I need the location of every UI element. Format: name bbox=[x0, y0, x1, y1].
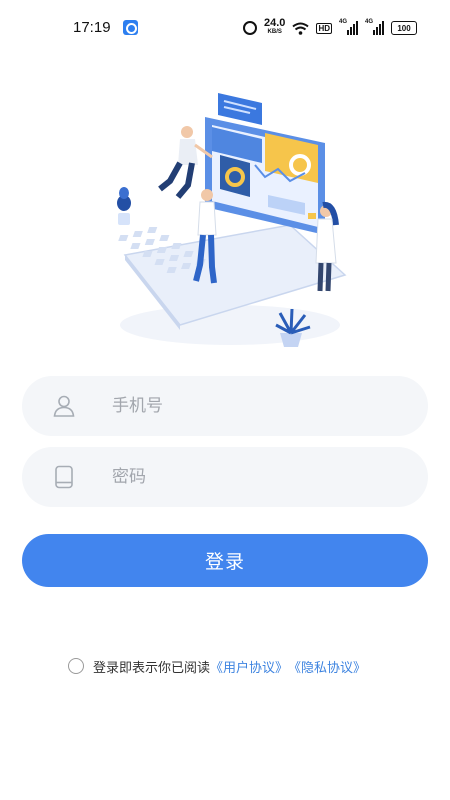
battery-icon: 100 bbox=[391, 21, 417, 35]
alarm-icon bbox=[243, 21, 258, 35]
status-time: 17:19 bbox=[73, 19, 111, 36]
signal-icon: 4G bbox=[365, 19, 384, 35]
login-illustration bbox=[117, 93, 347, 347]
wifi-icon bbox=[292, 22, 310, 35]
app-notification-icon bbox=[123, 20, 138, 35]
agreement-row: 登录即表示你已阅读 《用户协议》 《隐私协议》 bbox=[68, 656, 366, 676]
status-bar: 17:19 24.0 KB/S HD 4G 4G 100 bbox=[0, 0, 450, 58]
password-input[interactable] bbox=[112, 447, 402, 507]
agreement-radio[interactable] bbox=[68, 658, 84, 674]
network-speed-value: 24.0 bbox=[264, 17, 286, 29]
login-button[interactable]: 登录 bbox=[22, 534, 428, 587]
phone-field[interactable] bbox=[22, 376, 428, 436]
network-speed-unit: KB/S bbox=[267, 29, 282, 35]
hd-badge: HD bbox=[316, 22, 332, 34]
phone-input[interactable] bbox=[112, 376, 402, 436]
status-icons: 24.0 KB/S HD 4G 4G 100 bbox=[243, 17, 417, 39]
agreement-text: 登录即表示你已阅读 bbox=[93, 660, 211, 676]
user-agreement-link[interactable]: 《用户协议》 bbox=[210, 657, 288, 676]
signal-label: 4G bbox=[339, 19, 348, 25]
password-field[interactable] bbox=[22, 447, 428, 507]
person-icon bbox=[53, 395, 75, 417]
mobile-phone-icon bbox=[55, 465, 73, 489]
privacy-agreement-link[interactable]: 《隐私协议》 bbox=[288, 657, 366, 676]
signal-icon: 4G bbox=[339, 19, 358, 35]
signal-label: 4G bbox=[365, 19, 374, 25]
network-speed: 24.0 KB/S bbox=[264, 17, 286, 37]
